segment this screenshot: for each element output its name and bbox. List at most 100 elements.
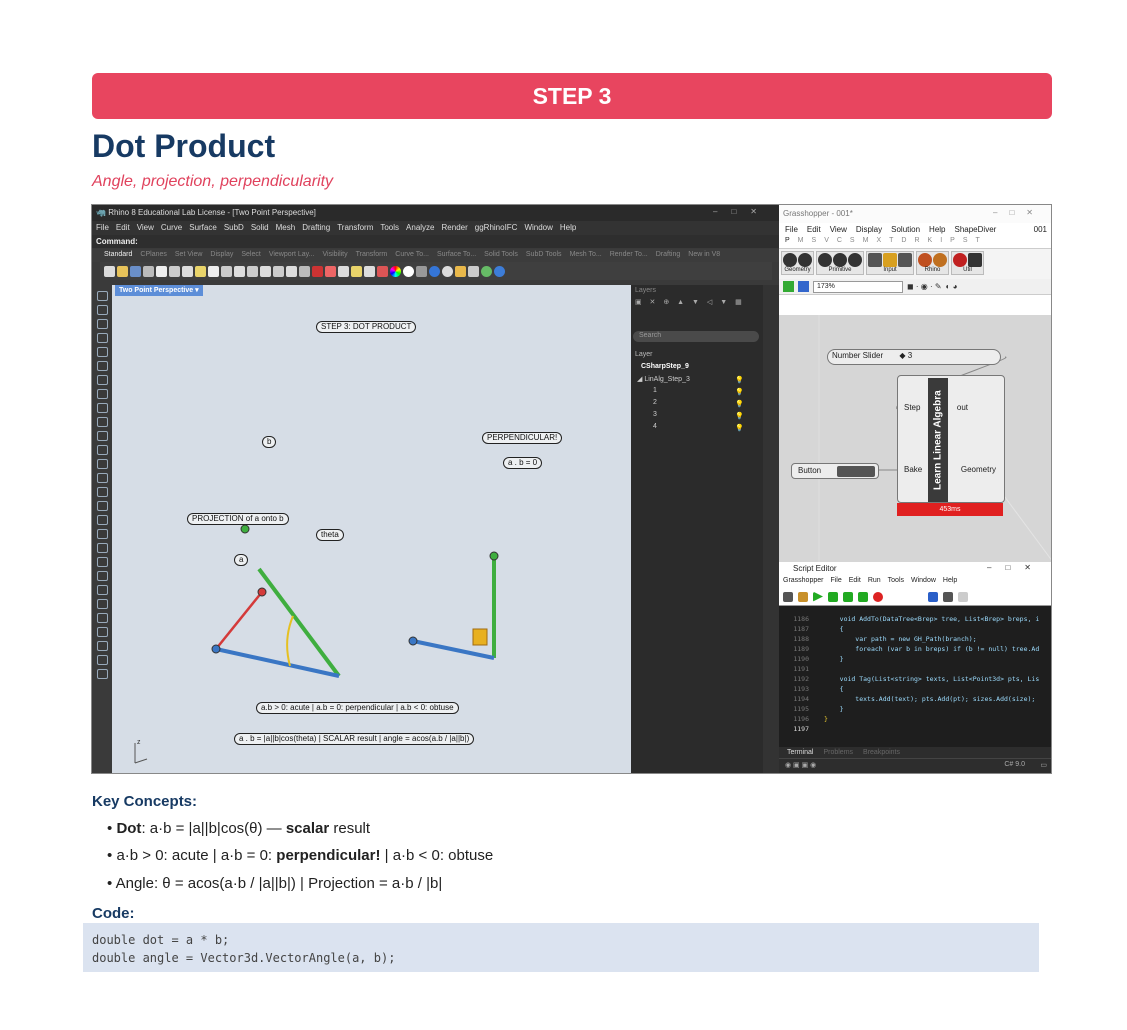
sun-icon[interactable]	[455, 265, 466, 277]
open-folder-icon[interactable]	[117, 265, 128, 277]
layout-icon[interactable]	[943, 591, 953, 602]
gh-menu-display[interactable]: Display	[856, 225, 882, 235]
four-viewports-icon[interactable]	[299, 265, 310, 277]
gh-tab[interactable]: S	[963, 237, 968, 248]
zoom-extents-icon[interactable]	[260, 265, 271, 277]
render-icon[interactable]	[403, 265, 414, 277]
menu-tools[interactable]: Tools	[380, 223, 399, 233]
se-menu-help[interactable]: Help	[943, 577, 957, 587]
lock-tool-icon[interactable]	[96, 627, 108, 637]
paste-icon[interactable]	[182, 265, 193, 277]
se-save-icon[interactable]	[783, 591, 793, 602]
gh-tab[interactable]: X	[876, 237, 881, 248]
tab-transform[interactable]: Transform	[356, 251, 388, 260]
geometry-icon[interactable]	[798, 253, 812, 267]
gh-tab[interactable]: I	[940, 237, 942, 248]
gh-menu-help[interactable]: Help	[929, 225, 945, 235]
analyze-tool-icon[interactable]	[96, 557, 108, 567]
gh-open-icon[interactable]	[783, 281, 794, 292]
gh-menu-edit[interactable]: Edit	[807, 225, 821, 235]
boolean-tool-icon[interactable]	[96, 473, 108, 483]
save-icon[interactable]	[130, 265, 141, 277]
se-menu-run[interactable]: Run	[868, 577, 881, 587]
layout-split-icon[interactable]	[958, 591, 968, 602]
primitive-icon[interactable]	[818, 253, 832, 267]
gh-tab[interactable]: D	[901, 237, 906, 248]
menu-transform[interactable]: Transform	[337, 223, 373, 233]
print-icon[interactable]	[143, 265, 154, 277]
se-menu-edit[interactable]: Edit	[849, 577, 861, 587]
panel-icon[interactable]	[883, 253, 897, 267]
surface-tool-icon[interactable]	[96, 417, 108, 427]
car-icon[interactable]	[312, 265, 323, 277]
tab-subd-tools[interactable]: SubD Tools	[526, 251, 562, 260]
geometry-icon[interactable]	[783, 253, 797, 267]
rhino-param-icon[interactable]	[933, 253, 947, 267]
button-component[interactable]: Button	[791, 463, 879, 479]
layer-tool-icon[interactable]	[96, 641, 108, 651]
rotate-view-icon[interactable]	[221, 265, 232, 277]
tab-curve-tools[interactable]: Curve To...	[395, 251, 429, 260]
mesh-tool-icon[interactable]	[96, 487, 108, 497]
tab-terminal[interactable]: Terminal	[787, 749, 813, 756]
perspective-viewport[interactable]: z Two Point Perspective ▾ STEP 3: DOT PR…	[112, 285, 631, 773]
tab-breakpoints[interactable]: Breakpoints	[863, 749, 900, 756]
gh-menu-file[interactable]: File	[785, 225, 798, 235]
tab-problems[interactable]: Problems	[823, 749, 853, 756]
block-tool-icon[interactable]	[96, 585, 108, 595]
gh-tab[interactable]: K	[928, 237, 933, 248]
gh-menu-solution[interactable]: Solution	[891, 225, 920, 235]
menu-ggrhinoifc[interactable]: ggRhinoIFC	[475, 223, 518, 233]
se-package-icon[interactable]	[798, 591, 808, 602]
cherry-icon[interactable]	[953, 253, 967, 267]
gh-tab[interactable]: M	[863, 237, 869, 248]
tab-visibility[interactable]: Visibility	[322, 251, 347, 260]
snap-tool-icon[interactable]	[96, 543, 108, 553]
gh-tab[interactable]: S	[812, 237, 817, 248]
stop-icon[interactable]	[873, 591, 883, 602]
pan-hand-icon[interactable]	[208, 265, 219, 277]
gh-tab[interactable]: R	[914, 237, 919, 248]
gh-canvas[interactable]: Number Slider ◆ 3 Step Bake out Geometry…	[779, 315, 1051, 562]
step-run-icon[interactable]	[828, 591, 838, 602]
display-mode-icon[interactable]	[325, 265, 336, 277]
curve-tool-icon[interactable]	[96, 375, 108, 385]
offset-tool-icon[interactable]	[96, 403, 108, 413]
render-tool-icon[interactable]	[96, 571, 108, 581]
transform-tool-icon[interactable]	[96, 501, 108, 511]
viewport-tab[interactable]: Two Point Perspective ▾	[115, 285, 203, 296]
gh-tab[interactable]: S	[850, 237, 855, 248]
lock-icon[interactable]	[364, 265, 375, 277]
util-icon[interactable]	[968, 253, 982, 267]
menu-solid[interactable]: Solid	[251, 223, 269, 233]
gh-tab[interactable]: T	[889, 237, 893, 248]
rhino-param-icon[interactable]	[918, 253, 932, 267]
menu-view[interactable]: View	[137, 223, 154, 233]
render-window-icon[interactable]	[416, 265, 427, 277]
se-menu-tools[interactable]: Tools	[888, 577, 904, 587]
se-menu-grasshopper[interactable]: Grasshopper	[783, 577, 823, 587]
menu-subd[interactable]: SubD	[224, 223, 244, 233]
tab-surface-tools[interactable]: Surface To...	[437, 251, 476, 260]
layer-visibility-icons[interactable]: 💡 💡 💡 💡 💡	[735, 375, 744, 435]
gh-tab[interactable]: P	[950, 237, 955, 248]
zoom-level-field[interactable]: 173%	[813, 280, 903, 293]
box-tool-icon[interactable]	[96, 445, 108, 455]
sphere-tool-icon[interactable]	[96, 459, 108, 469]
gh-group-rhino[interactable]: Rhino	[916, 251, 949, 275]
button-face[interactable]	[837, 466, 875, 477]
tab-cplanes[interactable]: CPlanes	[140, 251, 166, 260]
menu-surface[interactable]: Surface	[189, 223, 217, 233]
se-menu-file[interactable]: File	[830, 577, 841, 587]
undo-icon[interactable]	[195, 265, 206, 277]
select-tool-icon[interactable]	[96, 291, 108, 301]
layer-search-input[interactable]: Search	[633, 331, 759, 342]
copy-icon[interactable]	[156, 265, 167, 277]
cut-icon[interactable]	[169, 265, 180, 277]
gh-tab[interactable]: M	[798, 237, 804, 248]
gh-menu-view[interactable]: View	[830, 225, 847, 235]
se-terminal-icon[interactable]: ▭	[1040, 761, 1047, 769]
dimension-tool-icon[interactable]	[96, 515, 108, 525]
se-window-controls[interactable]: –□✕	[987, 563, 1045, 572]
menu-analyze[interactable]: Analyze	[406, 223, 434, 233]
